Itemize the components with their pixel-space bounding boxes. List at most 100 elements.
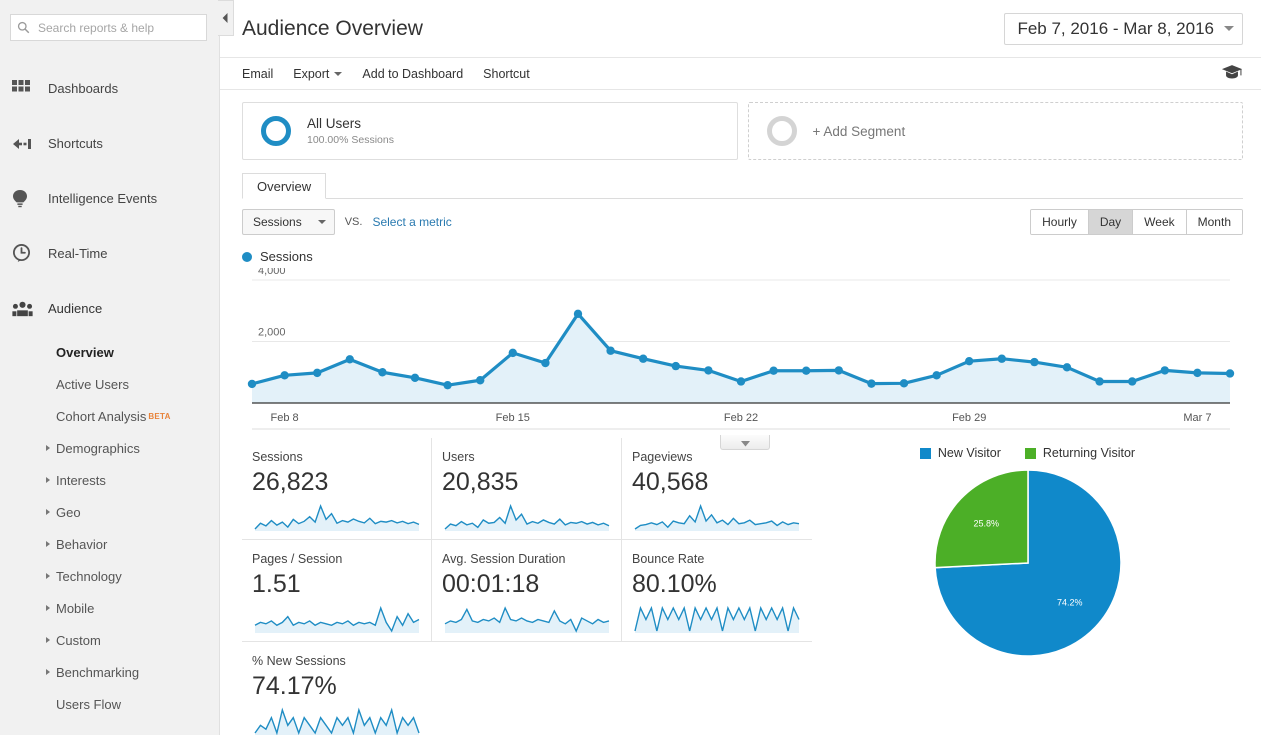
granularity-day[interactable]: Day xyxy=(1088,210,1134,234)
kpi-avg-session-duration[interactable]: Avg. Session Duration 00:01:18 xyxy=(432,540,622,642)
kpi-value: 1.51 xyxy=(252,570,301,598)
segment-all-users[interactable]: All Users 100.00% Sessions xyxy=(242,102,738,160)
pie-legend-returning-visitor[interactable]: Returning Visitor xyxy=(1024,446,1135,460)
chevron-right-icon xyxy=(46,605,50,611)
svg-text:Feb 22: Feb 22 xyxy=(724,412,758,424)
sidebar-item-behavior[interactable]: Behavior xyxy=(0,528,219,560)
sidebar-item-mobile[interactable]: Mobile xyxy=(0,592,219,624)
kpi-value: 40,568 xyxy=(632,468,709,496)
sidebar: Dashboards Shortcuts xyxy=(0,0,220,735)
sidebar-item-custom[interactable]: Custom xyxy=(0,624,219,656)
clock-icon xyxy=(12,244,44,263)
legend-dot-icon xyxy=(242,251,252,262)
kpi-label: Users xyxy=(442,450,475,464)
svg-text:2,000: 2,000 xyxy=(258,327,286,339)
chevron-down-icon xyxy=(740,435,750,450)
summary-section: Sessions 26,823 Users 20,835 Pageviews 4… xyxy=(220,438,1261,735)
shortcuts-arrow-icon xyxy=(12,137,44,151)
sidebar-item-dashboards[interactable]: Dashboards xyxy=(0,61,219,116)
sidebar-item-active-users[interactable]: Active Users xyxy=(0,368,219,400)
sidebar-item-users-flow[interactable]: Users Flow xyxy=(0,688,219,720)
pie-legend: New Visitor Returning Visitor xyxy=(812,446,1243,460)
granularity-week[interactable]: Week xyxy=(1133,210,1187,234)
primary-metric-dropdown[interactable]: Sessions xyxy=(242,209,335,235)
primary-nav: Dashboards Shortcuts Intelligence Events… xyxy=(0,61,219,724)
kpi-value: 20,835 xyxy=(442,468,519,496)
kpi-label: Avg. Session Duration xyxy=(442,552,566,566)
date-range-picker[interactable]: Feb 7, 2016 - Mar 8, 2016 xyxy=(1004,12,1243,45)
sidebar-item-interests[interactable]: Interests xyxy=(0,464,219,496)
tab-overview[interactable]: Overview xyxy=(242,173,327,199)
sidebar-item-label: Audience xyxy=(48,301,103,316)
metric-controls: Sessions VS. Select a metric Hourly Day … xyxy=(220,199,1261,235)
add-segment-button[interactable]: + Add Segment xyxy=(747,102,1243,160)
kpi-users[interactable]: Users 20,835 xyxy=(432,438,622,540)
sidebar-item-label: Real-Time xyxy=(48,246,108,261)
pie-slice-label: 74.2% xyxy=(1057,598,1083,608)
search-icon xyxy=(17,21,30,34)
sidebar-item-benchmarking[interactable]: Benchmarking xyxy=(0,656,219,688)
kpi-sessions[interactable]: Sessions 26,823 xyxy=(242,438,432,540)
sub-item-label: Users Flow xyxy=(56,696,122,712)
sidebar-item-geo[interactable]: Geo xyxy=(0,496,219,528)
sub-item-label: Geo xyxy=(56,504,81,520)
new-vs-returning-pie-chart[interactable]: 74.2% 25.8% xyxy=(933,468,1123,658)
chevron-down-icon xyxy=(1224,26,1234,31)
kpi-percent-new-sessions[interactable]: % New Sessions 74.17% xyxy=(242,642,432,735)
search-input[interactable] xyxy=(36,19,200,36)
segments-bar: All Users 100.00% Sessions + Add Segment xyxy=(220,90,1261,160)
export-button[interactable]: Export xyxy=(293,66,343,81)
granularity-month[interactable]: Month xyxy=(1186,210,1242,234)
sidebar-item-intelligence-events[interactable]: Intelligence Events xyxy=(0,171,219,226)
add-to-dashboard-button[interactable]: Add to Dashboard xyxy=(362,67,463,81)
chevron-right-icon xyxy=(46,669,50,675)
sessions-timeline-chart[interactable]: 2,000 4,000 Feb 8 Feb 15 Feb 22 Feb 29 Mar 7 xyxy=(242,268,1243,450)
sparkline-pages-per-session xyxy=(252,603,431,636)
metric-selector-group: Sessions VS. Select a metric xyxy=(242,209,452,235)
lightbulb-icon xyxy=(12,189,44,209)
pie-legend-new-visitor[interactable]: New Visitor xyxy=(919,446,1001,460)
graduation-cap-icon[interactable] xyxy=(1221,64,1243,83)
sidebar-item-demographics[interactable]: Demographics xyxy=(0,432,219,464)
shortcut-button[interactable]: Shortcut xyxy=(483,67,530,81)
sidebar-item-shortcuts[interactable]: Shortcuts xyxy=(0,116,219,171)
kpi-value: 80.10% xyxy=(632,570,717,598)
kpi-pageviews[interactable]: Pageviews 40,568 xyxy=(622,438,812,540)
chevron-left-icon xyxy=(222,11,229,26)
email-button[interactable]: Email xyxy=(242,67,273,81)
sparkline-svg xyxy=(254,503,420,531)
chevron-right-icon xyxy=(46,573,50,579)
svg-text:Feb 15: Feb 15 xyxy=(496,412,530,424)
segment-name: All Users xyxy=(307,116,362,132)
kpi-label: % New Sessions xyxy=(252,654,346,668)
pie-container: 74.2% 25.8% xyxy=(812,468,1243,658)
sparkline-svg xyxy=(634,605,800,633)
sidebar-collapse-button[interactable] xyxy=(218,0,234,36)
granularity-hourly[interactable]: Hourly xyxy=(1031,210,1089,234)
new-vs-returning-panel: New Visitor Returning Visitor 74.2% 25.8% xyxy=(812,438,1243,735)
export-label: Export xyxy=(293,66,330,81)
pie-slice-label: 25.8% xyxy=(973,518,999,528)
chevron-right-icon xyxy=(46,477,50,483)
sidebar-item-audience[interactable]: Audience xyxy=(0,281,219,336)
chart-collapse-button[interactable] xyxy=(720,435,770,450)
kpi-bounce-rate[interactable]: Bounce Rate 80.10% xyxy=(622,540,812,642)
kpi-label: Sessions xyxy=(252,450,303,464)
search-box[interactable] xyxy=(10,14,207,41)
sparkline-pageviews xyxy=(632,501,812,534)
svg-text:Feb 8: Feb 8 xyxy=(271,412,299,424)
main-content: Audience Overview Feb 7, 2016 - Mar 8, 2… xyxy=(220,0,1261,735)
sidebar-item-label: Shortcuts xyxy=(48,136,103,151)
kpi-pages-per-session[interactable]: Pages / Session 1.51 xyxy=(242,540,432,642)
select-a-metric-link[interactable]: Select a metric xyxy=(372,215,451,229)
kpi-value: 26,823 xyxy=(252,468,329,496)
sidebar-item-cohort-analysis[interactable]: Cohort Analysis BETA xyxy=(0,400,219,432)
sub-item-label: Custom xyxy=(56,632,101,648)
sidebar-item-real-time[interactable]: Real-Time xyxy=(0,226,219,281)
kpi-grid: Sessions 26,823 Users 20,835 Pageviews 4… xyxy=(242,438,812,735)
sidebar-item-overview[interactable]: Overview xyxy=(0,336,219,368)
svg-text:Feb 29: Feb 29 xyxy=(952,412,986,424)
report-actions-bar: Email Export Add to Dashboard Shortcut xyxy=(220,57,1261,90)
sidebar-item-technology[interactable]: Technology xyxy=(0,560,219,592)
page-title: Audience Overview xyxy=(242,16,423,40)
